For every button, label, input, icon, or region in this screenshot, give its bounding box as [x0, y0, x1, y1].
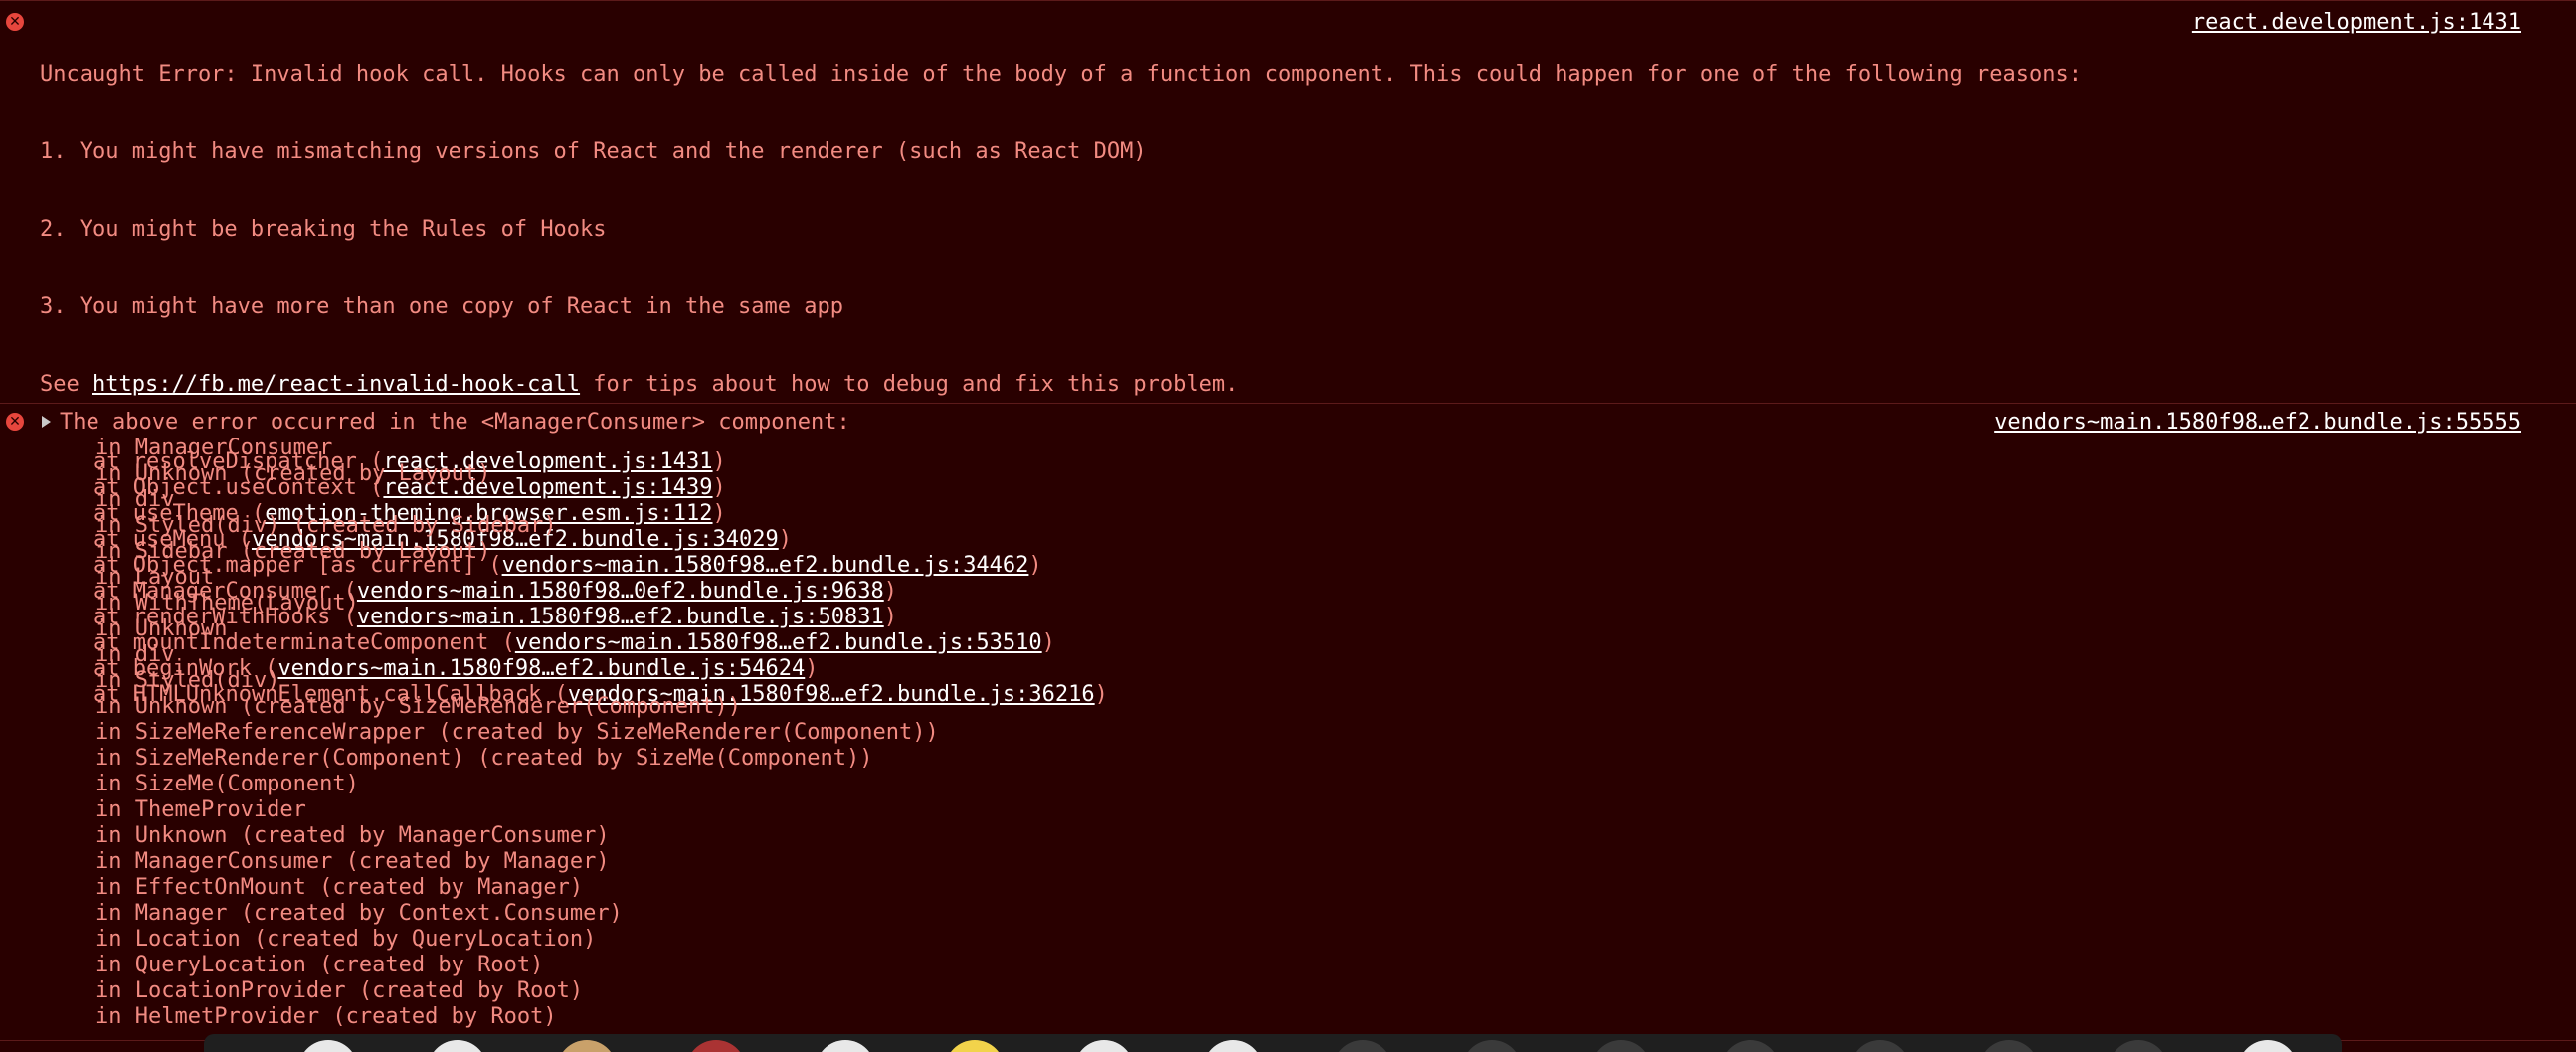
component-stack-line: in div: [95, 642, 175, 667]
dock-app-icon[interactable]: [686, 1040, 746, 1052]
see-suffix: for tips about how to debug and fix this…: [580, 372, 1239, 397]
component-stack-line: in Styled(div) (created by Sidebar): [95, 513, 557, 538]
component-stack-line: in Unknown (created by Layout): [95, 461, 491, 486]
dock-app-icon[interactable]: [1074, 1040, 1134, 1052]
dock-app-icon[interactable]: [2238, 1040, 2298, 1052]
error-message-line: 1. You might have mismatching versions o…: [40, 139, 1147, 164]
dock-app-icon[interactable]: [428, 1040, 487, 1052]
component-stack-line: in div: [95, 487, 175, 512]
dock-app-icon[interactable]: [1203, 1040, 1263, 1052]
dock-app-icon[interactable]: [1333, 1040, 1392, 1052]
dock-app-icon[interactable]: [1462, 1040, 1522, 1052]
source-location-link[interactable]: react.development.js:1431: [2192, 10, 2521, 36]
dock-app-icon[interactable]: [945, 1040, 1005, 1052]
component-stack-line: in SizeMeRenderer(Component) (created by…: [95, 746, 873, 771]
component-stack-line: in QueryLocation (created by Root): [95, 953, 544, 977]
dock-app-icon[interactable]: [557, 1040, 617, 1052]
dock-app-icon[interactable]: [2109, 1040, 2168, 1052]
dock-app-icon[interactable]: [1850, 1040, 1910, 1052]
component-stack-line: in HelmetProvider (created by Root): [95, 1004, 557, 1029]
error-summary: The above error occurred in the <Manager…: [60, 410, 850, 435]
see-prefix: See: [40, 372, 92, 397]
console-error-entry: ✕ vendors~main.1580f98…ef2.bundle.js:555…: [0, 404, 2576, 1041]
dock-app-icon[interactable]: [298, 1040, 358, 1052]
component-stack-line: in Location (created by QueryLocation): [95, 927, 597, 952]
error-circle-icon: ✕: [6, 13, 24, 31]
component-stack-line: in SizeMe(Component): [95, 772, 359, 796]
component-stack-line: in Unknown (created by SizeMeRenderer(Co…: [95, 694, 742, 719]
component-stack-line: in Sidebar (created by Layout): [95, 539, 491, 564]
component-stack-line: in Styled(div): [95, 668, 280, 693]
component-stack-line: in WithTheme(Layout): [95, 591, 359, 615]
error-see-line: See https://fb.me/react-invalid-hook-cal…: [40, 372, 2082, 398]
component-stack-line: in ManagerConsumer: [95, 436, 333, 460]
component-stack: in ManagerConsumer in Unknown (created by…: [95, 436, 939, 1030]
devtools-console: ✕ react.development.js:1431 Uncaught Err…: [0, 0, 2576, 1041]
error-message-line: Uncaught Error: Invalid hook call. Hooks…: [40, 62, 2082, 87]
console-error-entry: ✕ react.development.js:1431 Uncaught Err…: [0, 0, 2576, 707]
error-circle-icon: ✕: [6, 413, 24, 431]
macos-dock: [204, 1034, 2342, 1052]
docs-link[interactable]: https://fb.me/react-invalid-hook-call: [92, 372, 580, 397]
dock-app-icon[interactable]: [1591, 1040, 1651, 1052]
error-message-line: 2. You might be breaking the Rules of Ho…: [40, 217, 607, 242]
component-stack-line: in SizeMeReferenceWrapper (created by Si…: [95, 720, 939, 745]
component-stack-line: in LocationProvider (created by Root): [95, 978, 584, 1003]
component-stack-line: in ManagerConsumer (created by Manager): [95, 849, 610, 874]
dock-app-icon[interactable]: [816, 1040, 875, 1052]
component-stack-line: in Manager (created by Context.Consumer): [95, 901, 623, 926]
source-location-link[interactable]: vendors~main.1580f98…ef2.bundle.js:55555: [1994, 410, 2521, 436]
component-stack-line: in Unknown: [95, 616, 228, 641]
dock-app-icon[interactable]: [1721, 1040, 1780, 1052]
dock-app-icon[interactable]: [1979, 1040, 2039, 1052]
component-stack-line: in Unknown (created by ManagerConsumer): [95, 823, 610, 848]
expand-triangle-icon[interactable]: [42, 416, 51, 428]
component-stack-line: in EffectOnMount (created by Manager): [95, 875, 584, 900]
component-stack-line: in Layout: [95, 565, 215, 590]
component-stack-line: in ThemeProvider: [95, 797, 306, 822]
error-message-line: 3. You might have more than one copy of …: [40, 294, 843, 319]
